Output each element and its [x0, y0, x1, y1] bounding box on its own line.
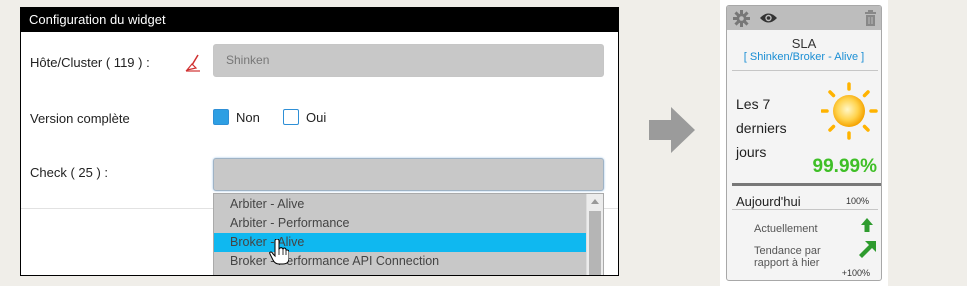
version-option-no[interactable]: Non — [213, 109, 260, 125]
option-no-label: Non — [236, 109, 260, 125]
sla-subtitle[interactable]: [ Shinken/Broker - Alive ] — [727, 51, 881, 63]
eye-icon[interactable] — [759, 12, 778, 24]
widget-config-dialog: Configuration du widget Hôte/Cluster ( 1… — [20, 7, 619, 276]
today-label: Aujourd'hui — [736, 194, 801, 209]
dropdown-option[interactable]: Arbiter - Performance — [214, 214, 587, 233]
arrow-up-icon — [861, 218, 873, 232]
gear-icon[interactable] — [733, 10, 750, 27]
right-arrow-icon — [649, 107, 695, 153]
check-select[interactable] — [213, 158, 604, 191]
checkbox-no-checked[interactable] — [213, 109, 229, 125]
period-label: Les 7 derniers jours — [736, 96, 787, 160]
sla-percentage: 99.99% — [812, 156, 877, 177]
sun-weather-icon — [821, 82, 878, 140]
sla-title: SLA — [791, 36, 817, 51]
check-label: Check ( 25 ) : — [30, 165, 109, 180]
sla-widget: SLA [ Shinken/Broker - Alive ] Les 7 der… — [726, 5, 882, 281]
clear-broom-icon[interactable] — [185, 54, 201, 72]
version-option-yes[interactable]: Oui — [283, 109, 326, 125]
current-label: Actuellement — [754, 223, 818, 235]
host-label: Hôte/Cluster ( 119 ) : — [30, 55, 150, 70]
trend-value: +100% — [841, 268, 870, 278]
today-value: 100% — [845, 196, 869, 206]
host-cluster-input[interactable]: Shinken — [213, 44, 604, 77]
scroll-up-icon[interactable] — [591, 199, 599, 204]
arrow-up-right-icon — [859, 241, 876, 258]
option-yes-label: Oui — [306, 109, 327, 125]
scroll-thumb[interactable] — [589, 211, 601, 275]
trend-label: Tendance par rapport à hier — [754, 245, 821, 269]
checkbox-yes[interactable] — [283, 109, 299, 125]
widget-toolbar — [727, 6, 881, 30]
dropdown-option[interactable]: Arbiter - Alive — [214, 195, 587, 214]
widget-divider — [732, 209, 878, 210]
widget-divider — [732, 70, 878, 71]
dialog-title: Configuration du widget — [21, 8, 618, 32]
hand-cursor-icon — [269, 239, 289, 265]
today-separator — [732, 183, 881, 186]
dropdown-scrollbar[interactable] — [586, 194, 603, 275]
version-label: Version complète — [30, 111, 130, 126]
trash-icon[interactable] — [865, 10, 876, 26]
